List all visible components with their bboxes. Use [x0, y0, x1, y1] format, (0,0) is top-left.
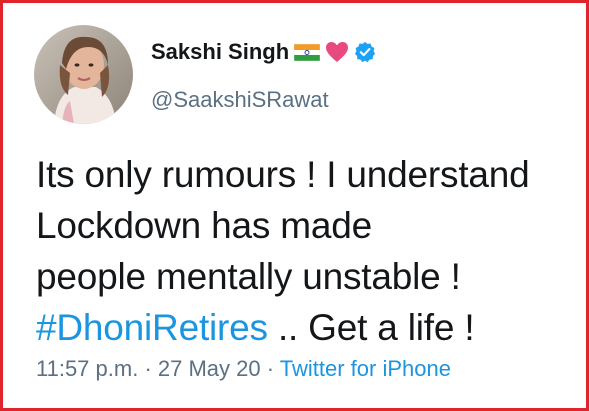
india-flag-icon: [294, 43, 321, 61]
hashtag-link[interactable]: #DhoniRetires: [36, 307, 268, 348]
tweet-source-link[interactable]: Twitter for iPhone: [280, 356, 451, 381]
tweet-date[interactable]: 27 May 20: [158, 356, 261, 381]
tweet-line: people mentally unstable !: [36, 256, 461, 297]
tweet-card: Sakshi Singh @SaakshiSRawat Its only rum…: [0, 0, 589, 411]
tweet-line: Its only rumours ! I understand: [36, 154, 530, 195]
verified-badge-icon: [355, 41, 376, 63]
tweet-meta: 11:57 p.m. · 27 May 20 · Twitter for iPh…: [36, 356, 451, 382]
display-name[interactable]: Sakshi Singh: [151, 39, 289, 65]
tweet-line: Lockdown has made: [36, 205, 372, 246]
tweet-line-rest: .. Get a life !: [267, 307, 475, 348]
author-name-row[interactable]: Sakshi Singh: [151, 37, 376, 67]
meta-separator: ·: [138, 356, 158, 381]
pink-heart-icon: [326, 42, 349, 62]
tweet-time[interactable]: 11:57 p.m.: [36, 356, 138, 381]
tweet-line: #DhoniRetires .. Get a life !: [36, 302, 581, 353]
user-handle[interactable]: @SaakshiSRawat: [151, 87, 329, 113]
profile-photo: [34, 25, 133, 124]
tweet-body: Its only rumours ! I understand Lockdown…: [36, 149, 581, 353]
meta-separator: ·: [260, 356, 280, 381]
avatar[interactable]: [34, 25, 133, 124]
